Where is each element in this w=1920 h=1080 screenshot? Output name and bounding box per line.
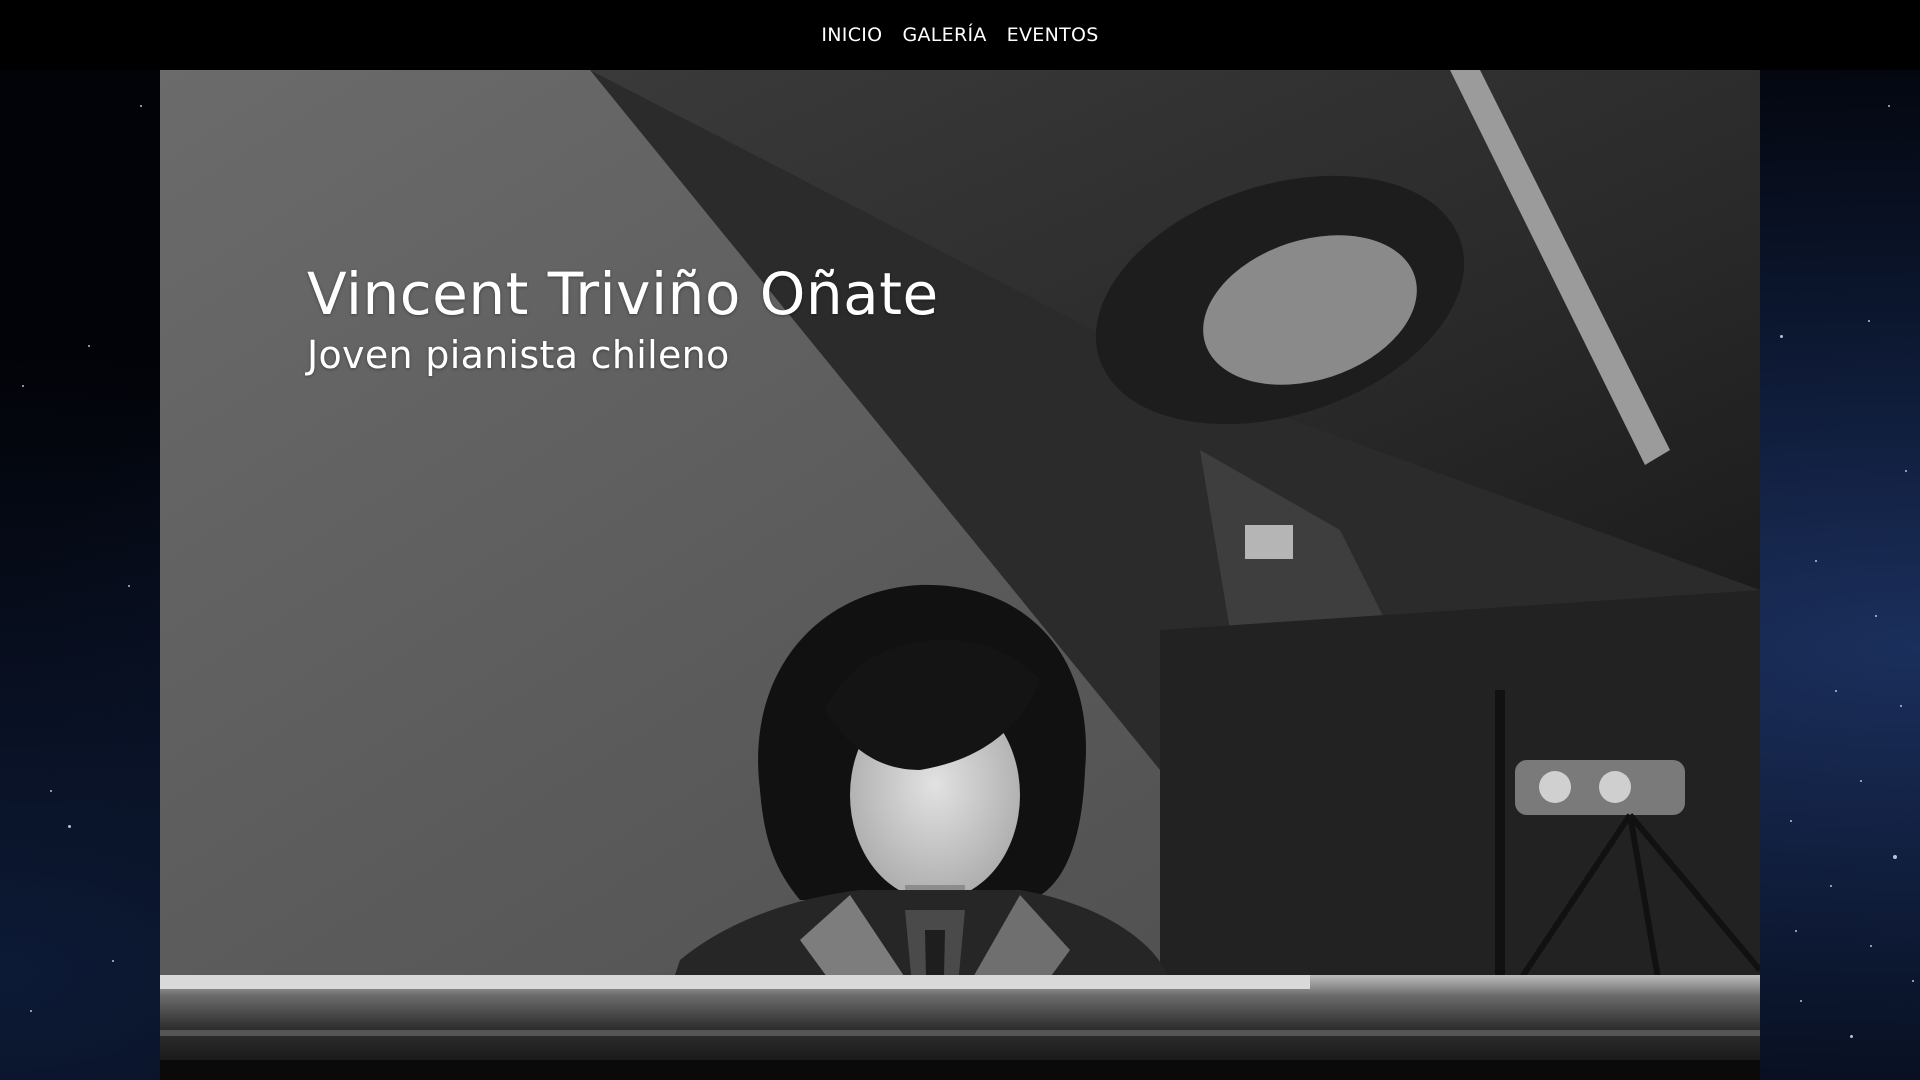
hero-heading-block: Vincent Triviño Oñate Joven pianista chi…: [307, 258, 939, 380]
nav-link-eventos[interactable]: EVENTOS: [1007, 21, 1099, 49]
pianist-photo: [160, 70, 1760, 1080]
hero-title: Vincent Triviño Oñate: [307, 260, 939, 328]
main-nav: INICIO GALERÍA EVENTOS: [821, 21, 1098, 49]
nav-link-galeria[interactable]: GALERÍA: [902, 21, 986, 49]
nav-link-inicio[interactable]: INICIO: [821, 21, 882, 49]
hero-banner: Vincent Triviño Oñate Joven pianista chi…: [160, 70, 1760, 1080]
hero-subtitle: Joven pianista chileno: [307, 333, 730, 377]
page: INICIO GALERÍA EVENTOS Vincent Triviño O…: [0, 0, 1920, 1080]
top-nav-bar: INICIO GALERÍA EVENTOS: [0, 0, 1920, 70]
